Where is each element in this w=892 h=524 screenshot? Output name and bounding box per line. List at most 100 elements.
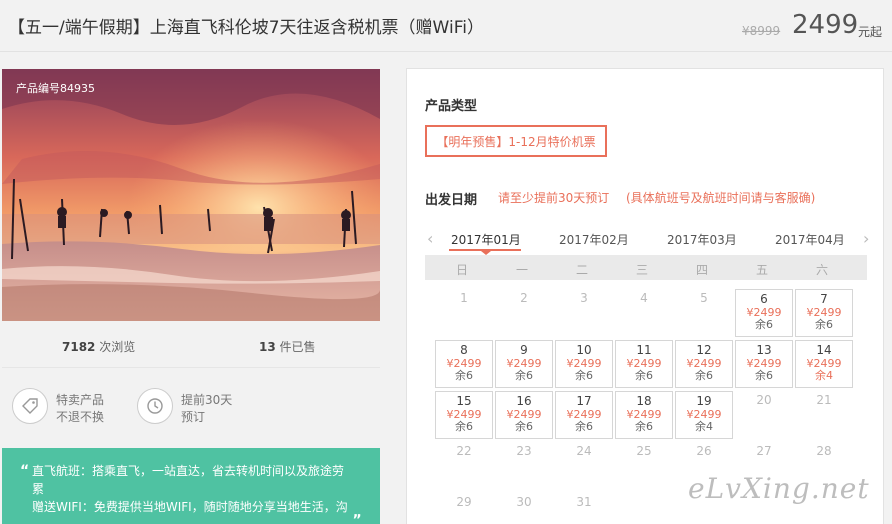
calendar-day: 21 (795, 391, 853, 439)
day-number: 14 (816, 343, 832, 357)
original-price: ¥8999 (742, 24, 781, 38)
next-month-arrow[interactable]: › (863, 229, 869, 248)
calendar-day: 20 (735, 391, 793, 439)
quote-close: „ (352, 505, 362, 521)
day-number: 3 (580, 291, 588, 305)
calendar-day-available[interactable]: 6 ¥2499 余6 (735, 289, 793, 337)
calendar-day-available[interactable]: 14 ¥2499 余4 (795, 340, 853, 388)
calendar-day-available[interactable]: 10 ¥2499 余6 (555, 340, 613, 388)
calendar-day-available[interactable]: 16 ¥2499 余6 (495, 391, 553, 439)
day-number: 17 (576, 394, 592, 408)
day-number: 13 (756, 343, 772, 357)
day-number: 23 (516, 444, 532, 458)
weekday-label: 六 (815, 263, 828, 277)
calendar-day-available[interactable]: 9 ¥2499 余6 (495, 340, 553, 388)
day-number: 25 (636, 444, 652, 458)
day-remaining: 余6 (695, 369, 713, 382)
day-number: 2 (520, 291, 528, 305)
product-photo[interactable] (2, 69, 380, 321)
day-number: 4 (640, 291, 648, 305)
feature-line2: 不退不换 (56, 410, 105, 424)
calendar-day-available[interactable]: 18 ¥2499 余6 (615, 391, 673, 439)
day-number: 18 (636, 394, 652, 408)
product-number: 产品编号84935 (16, 82, 95, 95)
weekday-label: 四 (695, 263, 708, 277)
day-number: 19 (696, 394, 712, 408)
day-number: 27 (756, 444, 772, 458)
day-number: 1 (460, 291, 468, 305)
day-remaining: 余6 (815, 318, 833, 331)
promo-line: 直飞航班：搭乘直飞，一站直达，省去转机时间以及旅途劳 (32, 464, 345, 478)
day-remaining: 余6 (755, 318, 773, 331)
calendar-day-available[interactable]: 11 ¥2499 余6 (615, 340, 673, 388)
day-number: 16 (516, 394, 532, 408)
day-number: 11 (636, 343, 652, 357)
month-tab[interactable]: 2017年03月 (667, 231, 737, 248)
day-number: 29 (456, 495, 472, 509)
calendar-day: 23 (495, 442, 553, 490)
weekday-label: 一 (515, 263, 528, 277)
weekday-label: 二 (575, 263, 588, 277)
calendar-day: 31 (555, 493, 613, 524)
day-number: 5 (700, 291, 708, 305)
booking-panel: 产品类型 【明年预售】1-12月特价机票 出发日期 请至少提前30天预订 (具体… (406, 68, 884, 524)
price-suffix: 元起 (858, 25, 883, 39)
promo-line: 累 (32, 482, 45, 496)
calendar-day-available[interactable]: 7 ¥2499 余6 (795, 289, 853, 337)
day-remaining: 余4 (815, 369, 833, 382)
calendar-day: 2 (495, 289, 553, 337)
day-number: 21 (816, 393, 832, 407)
day-number: 22 (456, 444, 472, 458)
calendar-day-available[interactable]: 13 ¥2499 余6 (735, 340, 793, 388)
day-remaining: 余6 (515, 420, 533, 433)
advance-booking-note: 请至少提前30天预订 (498, 191, 610, 205)
product-title: 【五一/端午假期】上海直飞科伦坡7天往返含税机票（赠WiFi） (8, 18, 484, 38)
day-number: 15 (456, 394, 472, 408)
calendar-day-available[interactable]: 15 ¥2499 余6 (435, 391, 493, 439)
calendar-day-available[interactable]: 17 ¥2499 余6 (555, 391, 613, 439)
day-number: 6 (760, 292, 768, 306)
calendar-day: 5 (675, 289, 733, 337)
current-price: 2499 (792, 10, 859, 40)
day-number: 10 (576, 343, 592, 357)
clock-icon (137, 388, 173, 424)
feature-line1: 提前30天 (181, 393, 233, 407)
day-remaining: 余6 (515, 369, 533, 382)
day-remaining: 余6 (755, 369, 773, 382)
views-stat: 7182 次浏览 (62, 338, 135, 355)
views-count: 7182 (62, 340, 96, 354)
product-type-option[interactable]: 【明年预售】1-12月特价机票 (425, 125, 607, 157)
calendar-day-available[interactable]: 8 ¥2499 余6 (435, 340, 493, 388)
day-remaining: 余4 (695, 420, 713, 433)
month-tab[interactable]: 2017年04月 (775, 231, 845, 248)
calendar-day: 3 (555, 289, 613, 337)
day-number: 20 (756, 393, 772, 407)
calendar-day-available[interactable]: 12 ¥2499 余6 (675, 340, 733, 388)
calendar-day-available[interactable]: 19 ¥2499 余4 (675, 391, 733, 439)
tag-icon (12, 388, 48, 424)
day-number: 26 (696, 444, 712, 458)
day-remaining: 余6 (635, 420, 653, 433)
weekday-header: 日 一 二 三 四 五 六 (425, 255, 867, 280)
day-remaining: 余6 (575, 369, 593, 382)
day-remaining: 余6 (575, 420, 593, 433)
month-tab[interactable]: 2017年01月 (451, 231, 521, 248)
sold-stat: 13 件已售 (259, 338, 316, 355)
weekday-label: 五 (755, 263, 768, 277)
sold-count: 13 (259, 340, 276, 354)
day-number: 7 (820, 292, 828, 306)
calendar-day: 30 (495, 493, 553, 524)
departure-date-label: 出发日期 (425, 193, 478, 208)
day-remaining: 余6 (455, 369, 473, 382)
day-number: 24 (576, 444, 592, 458)
month-tab[interactable]: 2017年02月 (559, 231, 629, 248)
prev-month-arrow[interactable]: ‹ (427, 229, 433, 248)
feature-line1: 特卖产品 (56, 393, 105, 407)
day-number: 12 (696, 343, 712, 357)
day-number: 28 (816, 444, 832, 458)
product-type-label: 产品类型 (425, 99, 478, 114)
calendar-day: 22 (435, 442, 493, 490)
promo-line: 赠送WIFI：免费提供当地WIFI，随时随地分享当地生活，沟 (32, 500, 348, 514)
day-remaining: 余6 (635, 369, 653, 382)
page-header: 【五一/端午假期】上海直飞科伦坡7天往返含税机票（赠WiFi） ¥8999 24… (0, 0, 892, 52)
